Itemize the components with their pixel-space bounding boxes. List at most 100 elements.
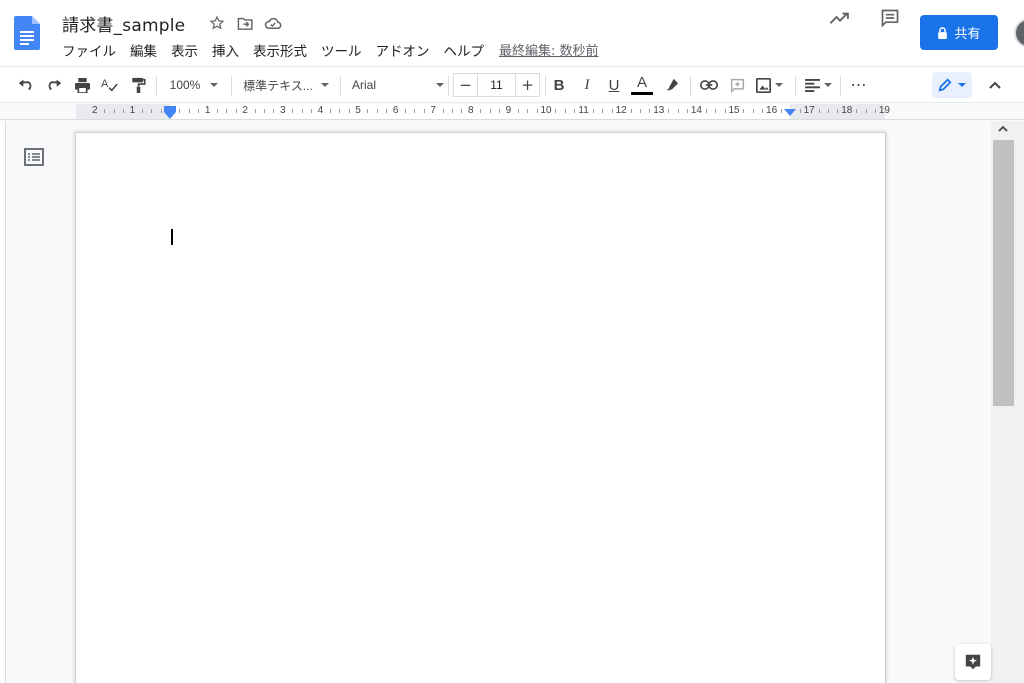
menu-insert[interactable]: 挿入 xyxy=(205,38,246,62)
vertical-ruler[interactable] xyxy=(0,121,6,683)
ruler-label: 10 xyxy=(540,105,552,116)
chevron-down-icon xyxy=(958,83,966,87)
ruler-tick xyxy=(743,109,745,113)
ruler-tick xyxy=(593,109,594,113)
share-button[interactable]: 共有 xyxy=(920,15,998,50)
italic-button[interactable]: I xyxy=(577,72,597,98)
ruler-tick xyxy=(414,109,416,113)
add-comment-icon[interactable] xyxy=(725,72,749,98)
highlighter-icon[interactable] xyxy=(661,72,683,98)
menu-edit[interactable]: 編集 xyxy=(123,38,164,62)
print-icon[interactable] xyxy=(70,72,94,98)
insert-image-button[interactable] xyxy=(752,72,786,98)
document-title[interactable]: 請求書_sample xyxy=(62,11,185,36)
ruler-tick xyxy=(687,109,688,113)
font-family-select[interactable]: Arial xyxy=(352,72,444,98)
outline-icon[interactable] xyxy=(24,147,44,167)
text-color-button[interactable]: A xyxy=(631,72,653,98)
toolbar-divider xyxy=(448,76,449,96)
right-indent-handle[interactable] xyxy=(784,109,796,116)
ruler-tick xyxy=(828,109,829,113)
toolbar-divider xyxy=(231,76,232,96)
bold-button[interactable]: B xyxy=(549,72,569,98)
ruler-tick xyxy=(235,109,237,113)
scroll-up-arrow[interactable] xyxy=(994,119,1012,137)
ruler-label: 14 xyxy=(690,105,702,116)
star-icon[interactable] xyxy=(205,12,229,34)
ruler-tick xyxy=(376,109,378,113)
ruler-tick xyxy=(160,109,162,113)
ruler-tick xyxy=(724,109,726,113)
chevron-up-icon[interactable] xyxy=(984,72,1006,98)
horizontal-ruler[interactable]: 2 1 1 2 3 4 5 6 7 8 9 10 11 12 13 14 15 16 17 18 19 xyxy=(0,103,1024,120)
ruler-tick xyxy=(517,109,519,113)
ruler-label: 16 xyxy=(766,105,778,116)
chevron-down-icon xyxy=(774,83,783,87)
ruler-tick xyxy=(527,109,529,113)
cloud-saved-icon[interactable] xyxy=(261,12,285,34)
more-options-button[interactable]: ⋯ xyxy=(846,72,870,98)
font-value: Arial xyxy=(352,78,377,92)
ruler-label: 5 xyxy=(355,105,361,116)
decrease-font-size-button[interactable]: − xyxy=(453,73,478,97)
ruler-tick xyxy=(781,109,782,113)
explore-button[interactable] xyxy=(955,644,991,680)
insert-image-icon xyxy=(755,77,771,93)
ruler-tick xyxy=(301,109,303,113)
align-button[interactable] xyxy=(802,72,834,98)
ruler-label: 13 xyxy=(653,105,665,116)
svg-text:A: A xyxy=(101,78,109,90)
pencil-icon xyxy=(938,78,952,92)
menu-addons[interactable]: アドオン xyxy=(369,38,437,62)
ruler-tick xyxy=(423,109,425,113)
menu-tools[interactable]: ツール xyxy=(314,38,369,62)
increase-font-size-button[interactable]: + xyxy=(515,73,540,97)
left-indent-handle[interactable] xyxy=(164,112,176,119)
redo-icon[interactable] xyxy=(42,72,66,98)
ruler-label: 1 xyxy=(204,105,211,116)
docs-logo-icon[interactable] xyxy=(14,16,40,50)
chevron-down-icon xyxy=(436,83,444,87)
ruler-tick xyxy=(386,109,388,113)
ruler-tick xyxy=(499,109,500,113)
ruler-tick xyxy=(602,109,604,113)
chevron-down-icon xyxy=(210,83,219,87)
paint-format-icon[interactable] xyxy=(126,72,150,98)
ruler-tick xyxy=(348,109,350,113)
ruler-label: 1 xyxy=(129,105,136,116)
comment-icon[interactable] xyxy=(876,4,904,32)
spellcheck-icon[interactable]: A xyxy=(98,72,122,98)
font-size-input[interactable]: 11 xyxy=(478,73,515,97)
ruler-tick xyxy=(254,109,256,113)
zoom-select[interactable]: 100% xyxy=(164,72,224,98)
activity-trend-icon[interactable] xyxy=(826,4,854,32)
ruler-label: 4 xyxy=(317,105,324,116)
ruler-tick xyxy=(865,109,867,113)
ruler-tick xyxy=(536,109,538,113)
ruler-tick xyxy=(762,109,764,113)
undo-icon[interactable] xyxy=(14,72,38,98)
underline-button[interactable]: U xyxy=(604,72,624,98)
menu-view[interactable]: 表示 xyxy=(164,38,205,62)
ruler-tick xyxy=(705,109,707,113)
ruler-tick xyxy=(875,109,876,113)
ruler-tick xyxy=(668,109,670,113)
menu-file[interactable]: ファイル xyxy=(55,38,123,62)
menu-help[interactable]: ヘルプ xyxy=(437,38,492,62)
ruler-tick xyxy=(489,109,491,113)
align-icon xyxy=(804,78,820,92)
editing-mode-button[interactable] xyxy=(932,72,972,98)
scrollbar-thumb[interactable] xyxy=(993,140,1014,406)
ruler-tick xyxy=(818,109,820,113)
paragraph-style-select[interactable]: 標準テキス... xyxy=(240,72,332,98)
explore-icon xyxy=(965,654,981,670)
ruler-tick xyxy=(799,109,801,113)
link-icon[interactable] xyxy=(697,72,721,98)
document-page[interactable] xyxy=(76,133,885,683)
ruler-tick xyxy=(715,109,717,113)
text-color-letter: A xyxy=(636,74,647,91)
menu-format[interactable]: 表示形式 xyxy=(246,38,314,62)
avatar[interactable] xyxy=(1014,18,1024,48)
move-folder-icon[interactable] xyxy=(233,12,257,34)
last-edit-link[interactable]: 最終編集: 数秒前 xyxy=(499,38,599,62)
